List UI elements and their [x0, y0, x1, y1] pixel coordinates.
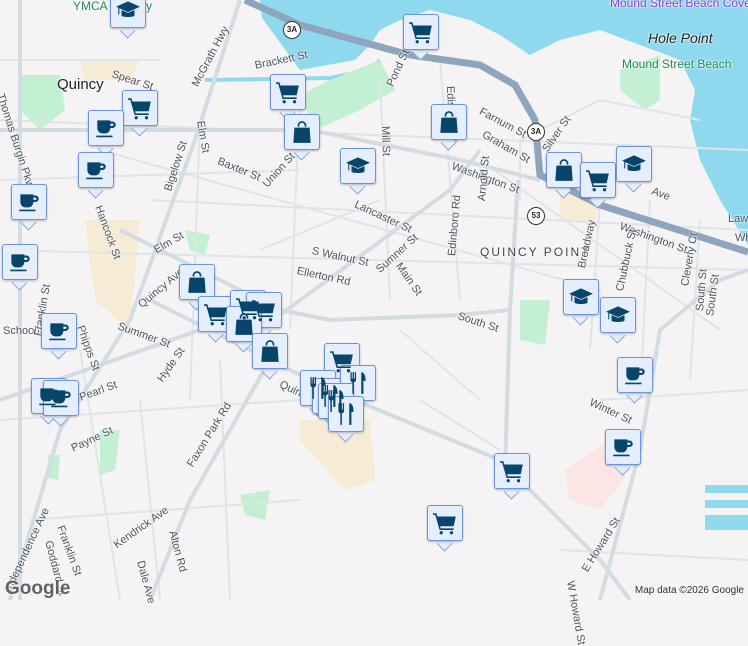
- marker-grocery[interactable]: [427, 505, 463, 552]
- cafe-icon: [7, 249, 33, 275]
- grocery-icon: [275, 79, 301, 105]
- cafe-icon: [16, 189, 42, 215]
- route-shield: 3A: [283, 21, 301, 39]
- poi-label: Mound Street Beach Cove: [610, 0, 748, 10]
- marker-cafe[interactable]: [78, 152, 114, 199]
- area-label: QUINCY POINT: [480, 245, 591, 259]
- marker-grocery[interactable]: [580, 162, 616, 209]
- grocery-icon: [585, 167, 611, 193]
- cafe-icon: [610, 434, 636, 460]
- shopping-icon: [231, 311, 257, 337]
- cafe-icon: [622, 362, 648, 388]
- marker-restaurant[interactable]: [328, 396, 364, 443]
- shopping-icon: [551, 157, 577, 183]
- marker-cafe[interactable]: [2, 244, 38, 291]
- marker-cafe[interactable]: [617, 357, 653, 404]
- marker-school[interactable]: [600, 297, 636, 344]
- map-attribution[interactable]: Map data ©2026 Google: [630, 583, 748, 600]
- grocery-icon: [408, 19, 434, 45]
- marker-shopping[interactable]: [546, 152, 582, 199]
- school-icon: [568, 284, 594, 310]
- marker-shopping[interactable]: [252, 333, 288, 380]
- school-icon: [621, 151, 647, 177]
- marker-cafe[interactable]: [43, 380, 79, 427]
- marker-school[interactable]: [340, 148, 376, 195]
- city-label: Quincy: [57, 76, 104, 93]
- marker-cafe[interactable]: [88, 110, 124, 157]
- marker-grocery[interactable]: [270, 74, 306, 121]
- school-icon: [115, 0, 141, 23]
- grocery-icon: [432, 510, 458, 536]
- marker-cafe[interactable]: [41, 313, 77, 360]
- street-label: Lawn: [728, 213, 748, 225]
- restaurant-icon: [333, 401, 359, 427]
- water-label: Hole Point: [648, 30, 713, 46]
- grocery-icon: [127, 95, 153, 121]
- marker-grocery[interactable]: [403, 14, 439, 61]
- google-logo: Google: [5, 578, 71, 599]
- street-label: Mill St: [379, 125, 393, 157]
- cafe-icon: [46, 318, 72, 344]
- shopping-icon: [257, 338, 283, 364]
- shopping-icon: [289, 119, 315, 145]
- cafe-icon: [93, 115, 119, 141]
- poi-label: YMCA: [73, 0, 108, 13]
- marker-shopping[interactable]: [431, 104, 467, 151]
- marker-school[interactable]: [563, 279, 599, 326]
- marker-school[interactable]: [110, 0, 146, 39]
- school-icon: [345, 153, 371, 179]
- shopping-icon: [436, 109, 462, 135]
- cafe-icon: [83, 157, 109, 183]
- marker-grocery[interactable]: [122, 90, 158, 137]
- marker-shopping[interactable]: [284, 114, 320, 161]
- shopping-icon: [184, 269, 210, 295]
- marker-cafe[interactable]: [11, 184, 47, 231]
- school-icon: [605, 302, 631, 328]
- marker-school[interactable]: [616, 146, 652, 193]
- route-shield: 53: [527, 207, 545, 225]
- marker-cafe[interactable]: [605, 429, 641, 476]
- route-shield: 3A: [527, 123, 545, 141]
- street-label: Wh: [735, 232, 748, 244]
- grocery-icon: [499, 458, 525, 484]
- cafe-icon: [48, 385, 74, 411]
- poi-label: Mound Street Beach: [622, 57, 732, 71]
- marker-grocery[interactable]: [494, 453, 530, 500]
- grocery-icon: [203, 301, 229, 327]
